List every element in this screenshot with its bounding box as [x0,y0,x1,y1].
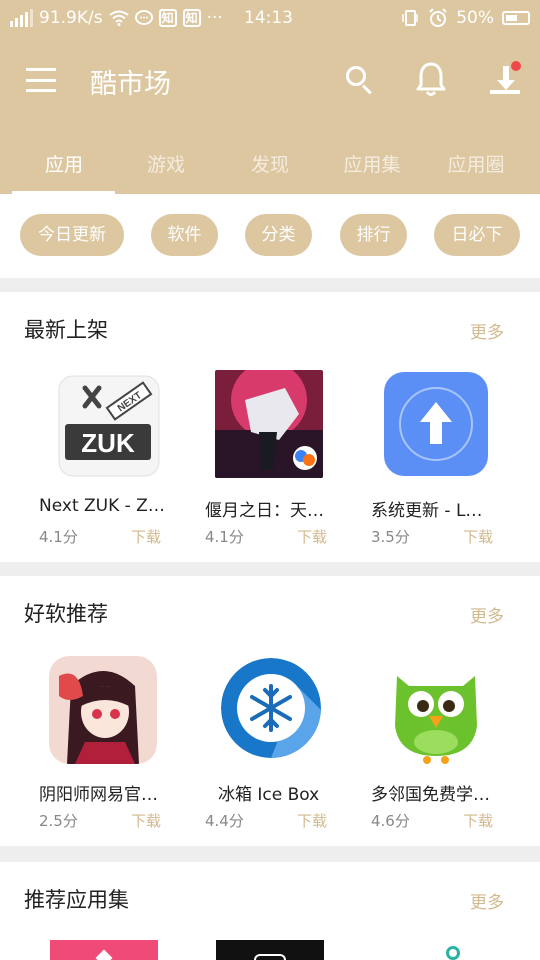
clock: 14:13 [244,8,293,28]
download-button[interactable]: 下载 [463,810,493,831]
zhihu-icon: 知 [182,9,201,27]
tab-app-collections[interactable]: 应用集 [320,150,424,177]
app-rating: 4.1分 [205,528,244,546]
app-name: 系统更新 - L… [371,501,483,521]
tab-app-circle[interactable]: 应用圈 [424,150,528,177]
more-notifications-icon: ··· [206,8,223,28]
tab-apps[interactable]: 应用 [12,150,116,177]
chip-software[interactable]: 软件 [151,214,218,256]
duolingo-app-icon [381,656,491,766]
quick-filter-bar: 今日更新 软件 分类 排行 日必下 [0,194,540,278]
notification-badge [511,61,521,71]
network-speed: 91.9K/s [39,8,103,28]
vibrate-icon [402,10,418,26]
app-name: 冰箱 Ice Box [218,785,320,805]
download-button[interactable]: 下载 [131,526,161,547]
chat-icon [134,10,153,25]
section-title: 最新上架 [24,318,108,342]
battery-icon [502,11,530,25]
collection-thumbnail[interactable] [216,940,324,960]
section-title: 推荐应用集 [24,888,129,912]
app-rating: 3.5分 [371,528,410,546]
app-title: 酷市场 [90,69,171,100]
status-bar: 91.9K/s 知 知 ··· 14:13 50% [0,0,540,38]
more-link[interactable]: 更多 [470,602,504,627]
system-update-app-icon [384,372,488,476]
wifi-icon [108,10,129,26]
menu-icon[interactable] [26,68,56,92]
tab-bar: 应用 游戏 发现 应用集 应用圈 [0,142,540,194]
chip-categories[interactable]: 分类 [245,214,312,256]
icebox-app-icon [221,658,321,758]
app-name: 阴阳师网易官… [39,785,158,805]
svg-text:ZUK: ZUK [81,428,135,458]
collection-thumbnail[interactable] [50,940,158,960]
bell-icon[interactable] [414,60,450,100]
onmyoji-app-icon [49,656,157,764]
app-rating: 4.1分 [39,528,78,546]
app-bar: 酷市场 应用 游戏 发现 应用集 应用圈 [0,38,540,194]
download-button[interactable]: 下载 [463,526,493,547]
signal-icon [10,9,33,27]
zuk-app-icon: ZUK NEXT [55,372,163,480]
zhihu-icon: 知 [158,9,177,27]
chip-ranking[interactable]: 排行 [340,214,407,256]
section-new-releases: 最新上架 更多 ZUK NEXT Next ZUK - Z… 4.1分 下载 偃… [0,292,540,562]
collection-thumbnail[interactable] [446,946,460,960]
section-recommended-apps: 好软推荐 更多 阴阳师网易官… 2.5分 下载 冰箱 Ice Box 4.4分 … [0,576,540,846]
tab-games[interactable]: 游戏 [114,150,218,177]
app-rating: 2.5分 [39,812,78,830]
chip-today-updates[interactable]: 今日更新 [20,214,124,256]
chip-daily-must[interactable]: 日必下 [434,214,520,256]
search-icon[interactable] [342,60,378,100]
section-recommended-collections: 推荐应用集 更多 [0,862,540,960]
download-button[interactable]: 下载 [297,526,327,547]
alarm-icon [429,8,447,27]
more-link[interactable]: 更多 [470,318,504,343]
download-button[interactable]: 下载 [297,810,327,831]
download-button[interactable]: 下载 [131,810,161,831]
yanyue-app-icon [215,370,323,478]
battery-percent: 50% [456,8,494,28]
app-name: 偃月之日：天… [205,501,324,521]
app-rating: 4.4分 [205,812,244,830]
app-name: 多邻国免费学… [371,785,490,805]
tab-discover[interactable]: 发现 [218,150,322,177]
app-name: Next ZUK - Z… [39,496,165,516]
more-link[interactable]: 更多 [470,888,504,913]
download-icon[interactable] [486,60,522,100]
section-title: 好软推荐 [24,602,108,626]
app-rating: 4.6分 [371,812,410,830]
